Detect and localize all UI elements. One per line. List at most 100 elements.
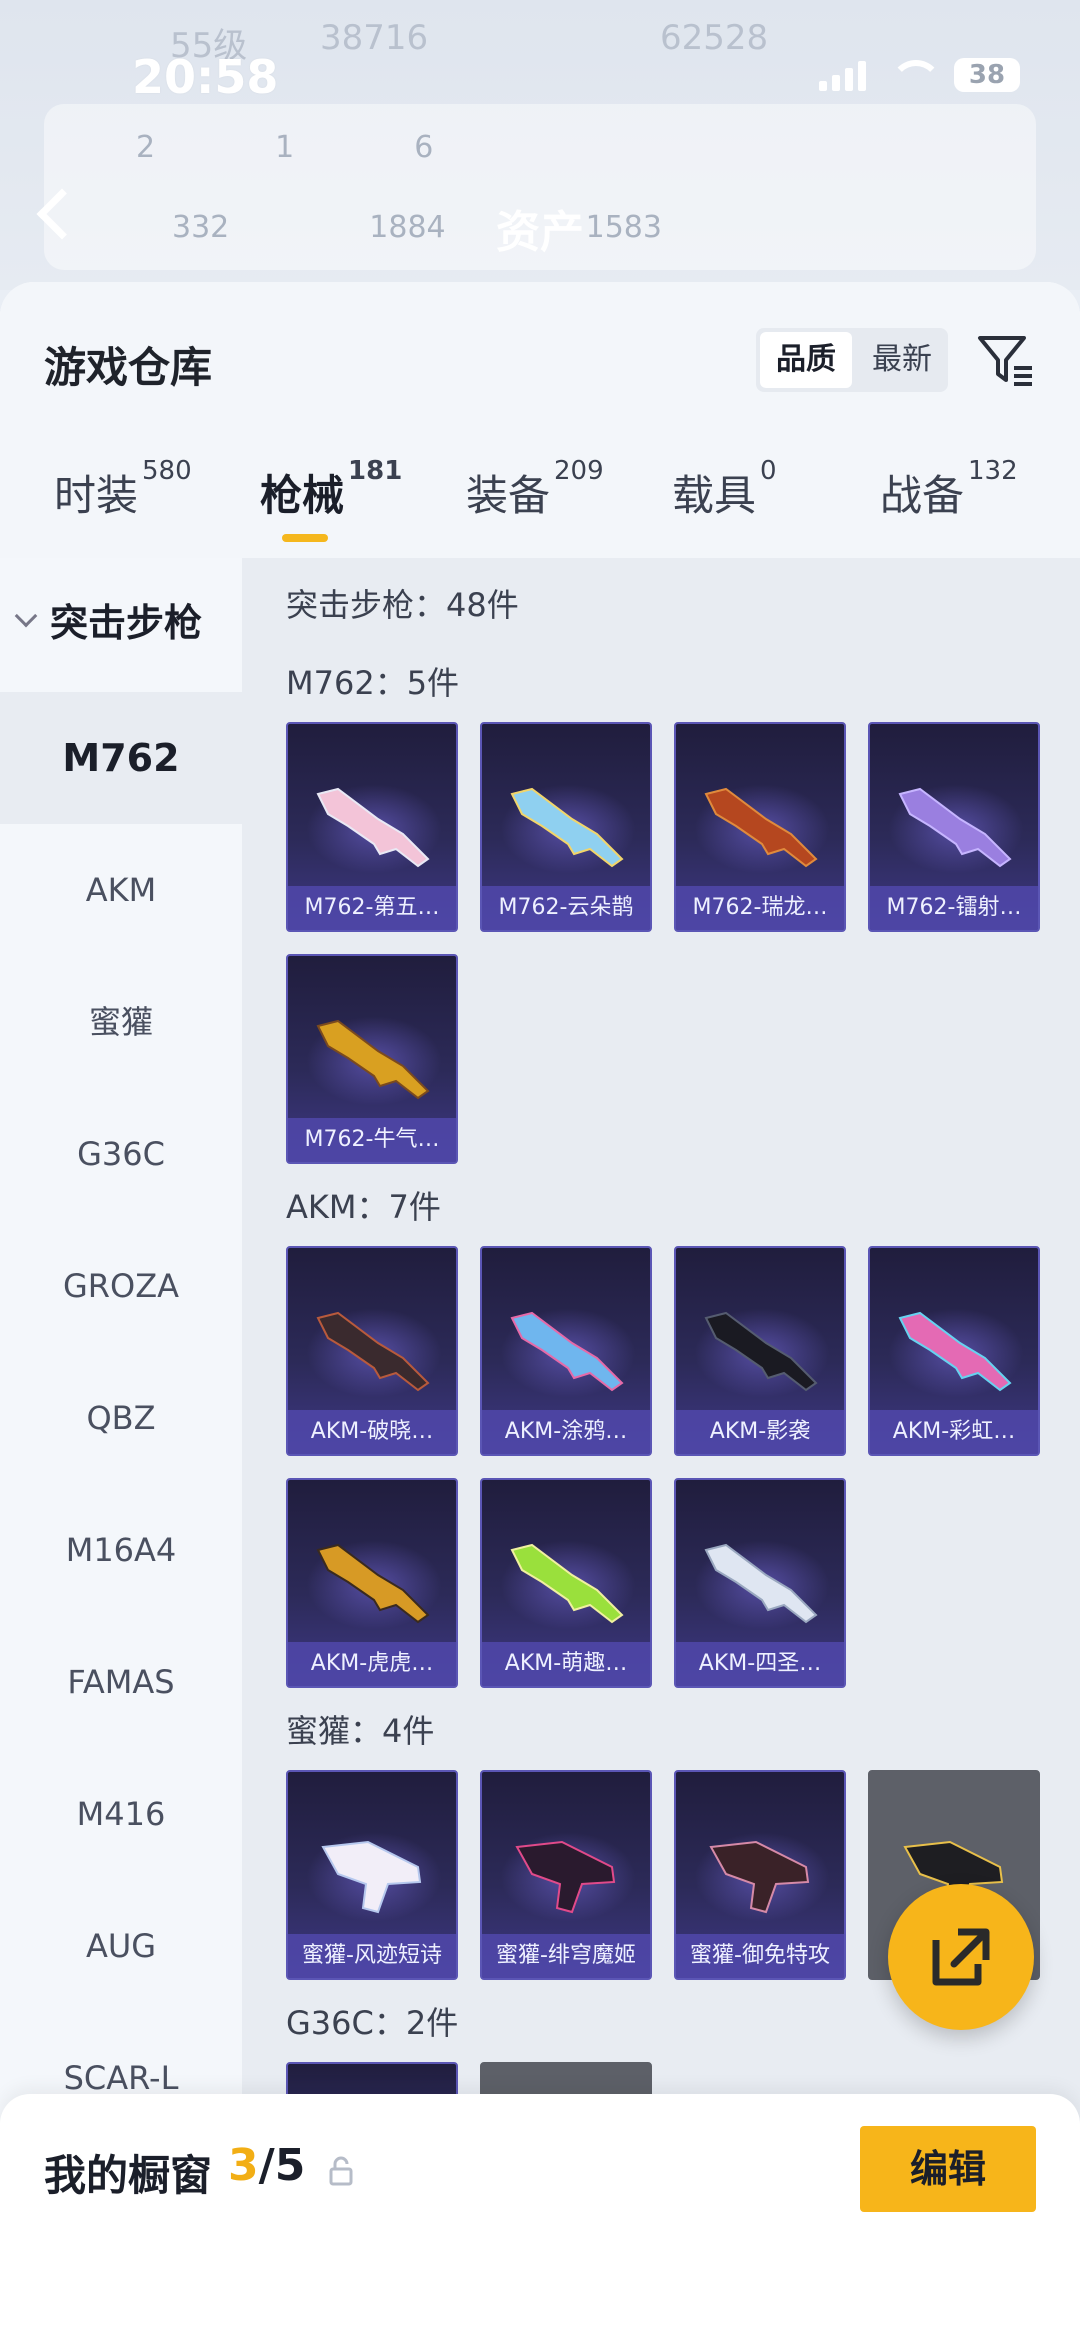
rifle-icon xyxy=(510,1311,624,1392)
sidebar-item-famas[interactable]: FAMAS xyxy=(0,1616,242,1748)
rifle-icon xyxy=(510,1543,624,1624)
edit-button[interactable]: 编辑 xyxy=(860,2126,1036,2212)
weapon-name: AKM-破晓… xyxy=(288,1410,456,1454)
smg-icon xyxy=(709,1840,810,1914)
tab-equipment[interactable]: 装备 209 xyxy=(466,456,604,523)
weapon-tile[interactable]: M762-镭射… xyxy=(868,722,1040,932)
sidebar-item-g36c[interactable]: G36C xyxy=(0,1088,242,1220)
tab-label: 装备 xyxy=(466,471,551,520)
signal-icon xyxy=(819,59,866,91)
stat-value: 1884 xyxy=(369,210,446,245)
sidebar-category[interactable]: 突击步枪 xyxy=(14,592,202,647)
status-time: 20:58 xyxy=(132,50,279,104)
weapon-tile[interactable]: AKM-虎虎… xyxy=(286,1478,458,1688)
sidebar-item-akm[interactable]: AKM xyxy=(0,824,242,956)
chevron-down-icon xyxy=(14,604,38,627)
warehouse-title: 游戏仓库 xyxy=(44,343,213,392)
active-tab-indicator xyxy=(282,534,328,542)
weapon-name: 蜜獾-风迹短诗 xyxy=(288,1934,456,1978)
rifle-icon xyxy=(316,787,430,868)
rifle-icon xyxy=(316,1311,430,1392)
smg-icon xyxy=(515,1840,616,1914)
tab-bar: 时装 580 枪械 181 装备 209 载具 0 战备 132 xyxy=(0,456,1080,552)
rifle-icon xyxy=(898,1311,1012,1392)
weapon-tile[interactable]: M762-瑞龙… xyxy=(674,722,846,932)
weapon-name: AKM-四圣… xyxy=(676,1642,844,1686)
tab-count: 0 xyxy=(760,456,777,486)
weapon-name: M762-镭射… xyxy=(870,886,1038,930)
tab-guns[interactable]: 枪械 181 xyxy=(260,456,402,523)
weapon-tile[interactable]: M762-云朵鹊 xyxy=(480,722,652,932)
tab-count: 209 xyxy=(554,456,604,486)
weapon-tile[interactable]: AKM-彩虹… xyxy=(868,1246,1040,1456)
sidebar-item-m416[interactable]: M416 xyxy=(0,1748,242,1880)
section-title-honey-badger: 蜜獾：4件 xyxy=(286,1712,435,1750)
weapon-name: M762-云朵鹊 xyxy=(482,886,650,930)
tab-label: 载具 xyxy=(672,471,757,520)
tab-vehicles[interactable]: 载具 0 xyxy=(672,456,777,523)
stat-value: 332 xyxy=(172,210,230,245)
tab-label: 时装 xyxy=(54,471,139,520)
stat-value: 1 xyxy=(275,130,295,165)
rifle-icon xyxy=(316,1019,430,1100)
weapon-tile[interactable]: 蜜獾-风迹短诗 xyxy=(286,1770,458,1980)
tab-label: 战备 xyxy=(880,471,965,520)
rifle-icon xyxy=(316,1543,430,1624)
coins-text: 62528 xyxy=(660,18,769,58)
weapon-tile[interactable]: 蜜獾-御免特攻 xyxy=(674,1770,846,1980)
category-total: 突击步枪：48件 xyxy=(286,586,519,624)
sidebar-item-m762[interactable]: M762 xyxy=(0,692,242,824)
status-icons: 38 xyxy=(819,58,1020,92)
showcase-label: 我的橱窗 xyxy=(44,2151,213,2200)
sidebar-item-groza[interactable]: GROZA xyxy=(0,1220,242,1352)
weapon-tile[interactable]: AKM-萌趣… xyxy=(480,1478,652,1688)
sidebar-item-honey-badger[interactable]: 蜜獾 xyxy=(0,956,242,1088)
weapon-name: AKM-涂鸦… xyxy=(482,1410,650,1454)
weapon-tile[interactable]: AKM-涂鸦… xyxy=(480,1246,652,1456)
tab-fashion[interactable]: 时装 580 xyxy=(54,456,192,523)
rifle-icon xyxy=(510,787,624,868)
share-button[interactable] xyxy=(888,1884,1034,2030)
rifle-icon xyxy=(704,1543,818,1624)
showcase-count: 3/5 xyxy=(228,2140,305,2191)
rifle-icon xyxy=(704,787,818,868)
weapon-name: 蜜獾-绯穹魔姬 xyxy=(482,1934,650,1978)
rifle-icon xyxy=(704,1311,818,1392)
page-title: 资产 xyxy=(496,207,584,258)
battery-icon: 38 xyxy=(954,58,1020,92)
weapon-name: 蜜獾-御免特攻 xyxy=(676,1934,844,1978)
weapon-tile[interactable]: M762-第五… xyxy=(286,722,458,932)
filter-icon[interactable] xyxy=(974,328,1038,392)
stats-row-1: 2 1 6 xyxy=(136,130,433,165)
sort-quality-button[interactable]: 品质 xyxy=(760,332,852,388)
tab-label: 枪械 xyxy=(260,471,345,520)
weapon-name: M762-牛气… xyxy=(288,1118,456,1162)
weapon-tile[interactable]: AKM-四圣… xyxy=(674,1478,846,1688)
share-icon xyxy=(932,1928,990,1986)
smg-icon xyxy=(321,1840,422,1914)
weapon-name: AKM-彩虹… xyxy=(870,1410,1038,1454)
weapon-tile[interactable]: AKM-影袭 xyxy=(674,1246,846,1456)
showcase-bar: 我的橱窗 3/5 编辑 xyxy=(0,2094,1080,2341)
asset-header-background: 55级 38716 62528 20:58 38 2 1 6 332 1884 … xyxy=(0,0,1080,290)
weapon-tile[interactable]: 蜜獾-绯穹魔姬 xyxy=(480,1770,652,1980)
wifi-icon xyxy=(890,60,942,90)
weapon-name: M762-瑞龙… xyxy=(676,886,844,930)
tab-count: 132 xyxy=(968,456,1018,486)
tab-supplies[interactable]: 战备 132 xyxy=(880,456,1018,523)
sort-latest-button[interactable]: 最新 xyxy=(856,328,948,392)
stat-value: 1583 xyxy=(585,210,662,245)
sidebar-item-m16a4[interactable]: M16A4 xyxy=(0,1484,242,1616)
sidebar-item-aug[interactable]: AUG xyxy=(0,1880,242,2012)
sidebar-item-qbz[interactable]: QBZ xyxy=(0,1352,242,1484)
section-title-m762: M762：5件 xyxy=(286,664,460,702)
weapon-tile[interactable]: M762-牛气… xyxy=(286,954,458,1164)
weapon-name: M762-第五… xyxy=(288,886,456,930)
stat-value: 2 xyxy=(136,130,156,165)
weapon-grid: 突击步枪：48件 M762：5件 M762-第五… M762-云朵鹊 M762-… xyxy=(242,558,1080,2338)
weapon-tile[interactable]: AKM-破晓… xyxy=(286,1246,458,1456)
showcase-total: /5 xyxy=(258,2140,306,2191)
weapon-name: AKM-影袭 xyxy=(676,1410,844,1454)
tab-count: 181 xyxy=(348,456,403,486)
tab-count: 580 xyxy=(142,456,192,486)
